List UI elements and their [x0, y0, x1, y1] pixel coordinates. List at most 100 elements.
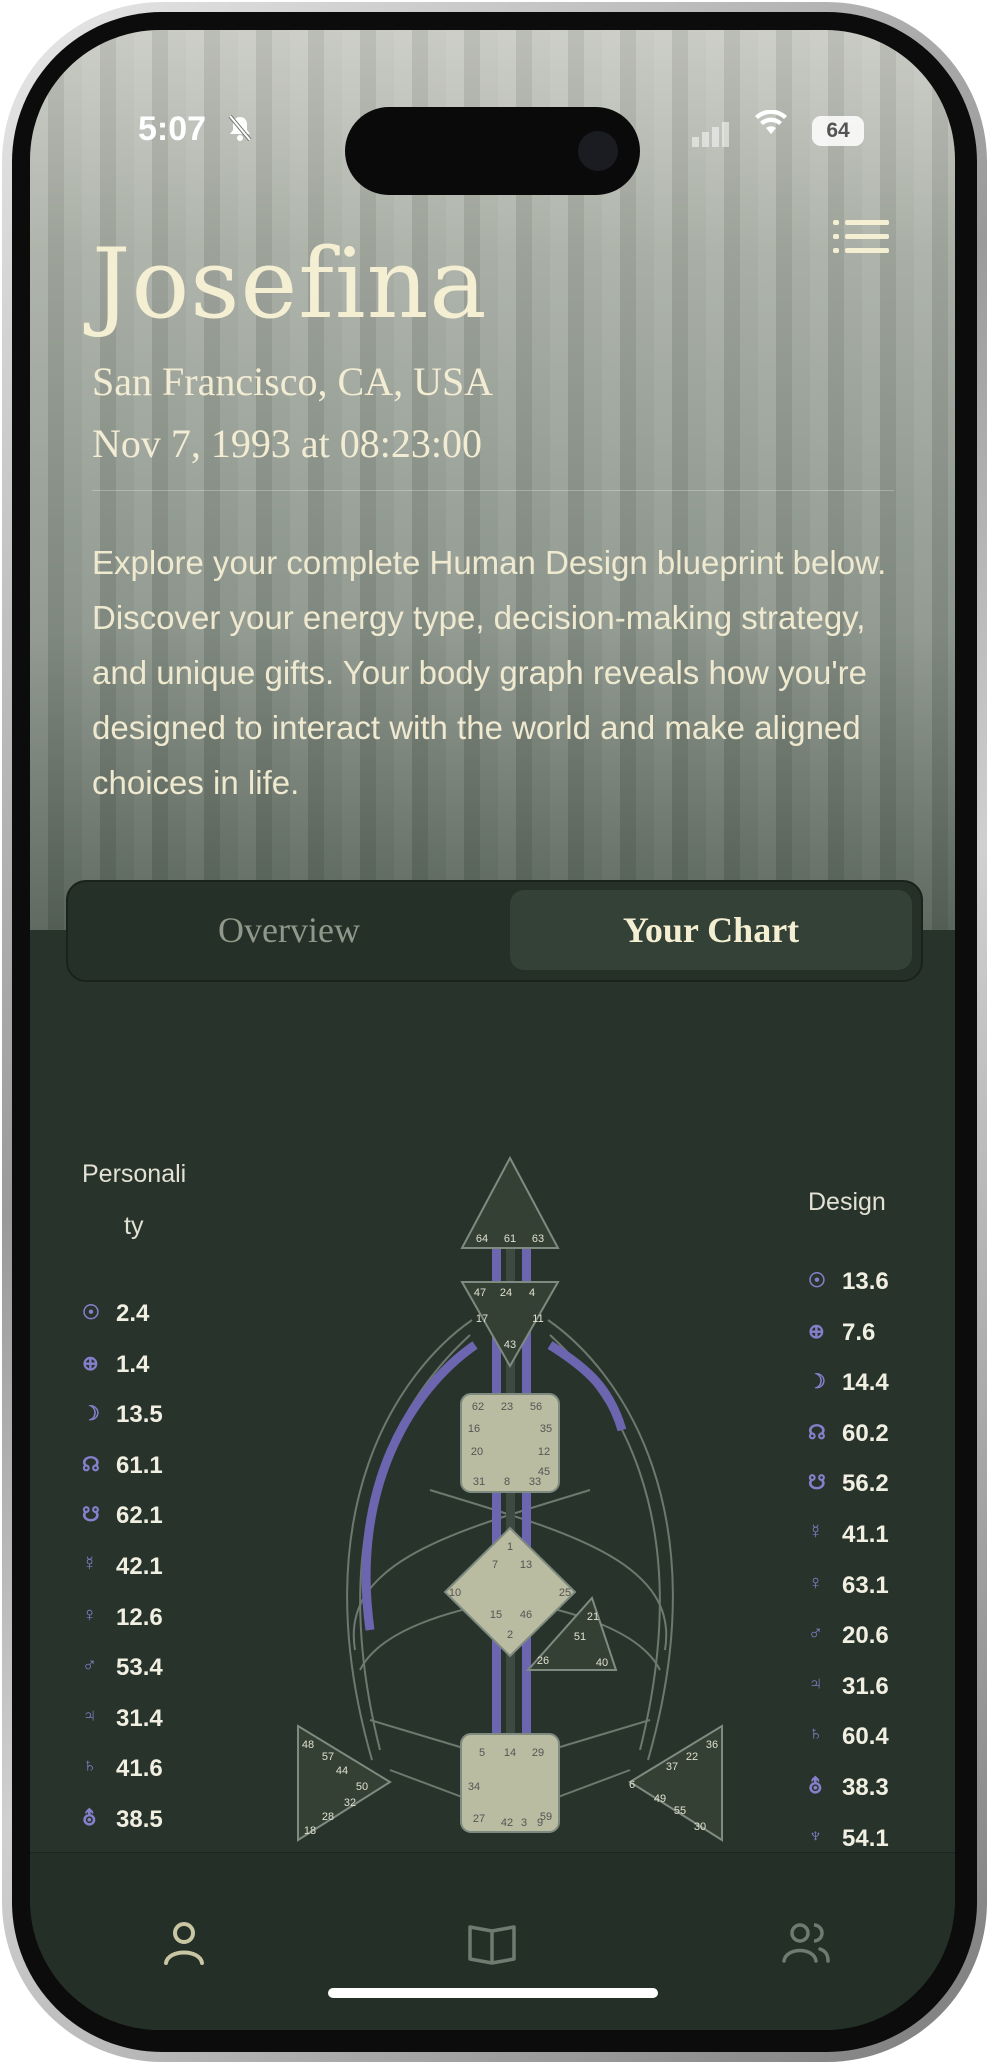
planet-symbol-icon: ☽ — [808, 1371, 826, 1394]
gate-label: 45 — [538, 1466, 550, 1478]
personality-value: 62.1 — [116, 1502, 163, 1530]
planet-symbol-icon: ☉ — [808, 1270, 826, 1292]
design-value: 63.1 — [842, 1571, 889, 1599]
gate-label: 37 — [666, 1761, 678, 1773]
gate-label: 8 — [504, 1476, 510, 1488]
tab-overview[interactable]: Overview — [74, 890, 504, 970]
home-indicator[interactable] — [328, 1988, 658, 1998]
menu-icon[interactable] — [833, 220, 889, 264]
planet-symbol-icon: ♀ — [82, 1603, 97, 1626]
gate-label: 25 — [559, 1587, 571, 1599]
gate-label: 42 — [501, 1817, 513, 1829]
personality-title: Personali — [82, 1160, 187, 1188]
gate-label: 49 — [654, 1793, 666, 1805]
gate-label: 14 — [504, 1747, 516, 1759]
gate-label: 63 — [532, 1233, 544, 1245]
battery-icon: 64 — [812, 116, 864, 146]
personality-value: 12.6 — [116, 1603, 163, 1631]
app-screen: 5:07 64 Josefina San Francisco, CA, USA … — [30, 30, 955, 2030]
status-time: 5:07 — [138, 110, 207, 148]
gate-label: 34 — [468, 1781, 480, 1793]
gate-label: 24 — [500, 1287, 512, 1299]
design-value: 54.1 — [842, 1824, 889, 1852]
gate-label: 31 — [473, 1476, 485, 1488]
gate-label: 5 — [479, 1747, 485, 1759]
gate-label: 4 — [529, 1287, 535, 1299]
design-title: Design — [808, 1188, 886, 1216]
gate-label: 20 — [471, 1446, 483, 1458]
gate-label: 1 — [507, 1541, 513, 1553]
planet-symbol-icon: ♂ — [808, 1622, 823, 1645]
design-value: 20.6 — [842, 1622, 889, 1650]
gate-label: 61 — [504, 1233, 516, 1245]
gate-label: 50 — [356, 1781, 368, 1793]
gate-label: 59 — [540, 1811, 552, 1823]
gate-label: 22 — [686, 1751, 698, 1763]
defined-channel-right — [547, 1341, 627, 1432]
tab-bar: Overview Your Chart — [66, 880, 923, 982]
planet-symbol-icon: ☉ — [82, 1302, 100, 1324]
gate-label: 21 — [587, 1611, 599, 1623]
gate-label: 3 — [521, 1817, 527, 1829]
planet-symbol-icon: ☋ — [82, 1504, 100, 1527]
design-value: 38.3 — [842, 1774, 889, 1801]
design-value: 31.6 — [842, 1672, 889, 1700]
personality-value: 53.4 — [116, 1654, 163, 1682]
design-value: 41.1 — [842, 1521, 889, 1548]
birth-location: San Francisco, CA, USA — [92, 359, 494, 404]
planet-symbol-icon: ⛢ — [808, 1776, 823, 1798]
profile-name: Josefina — [92, 228, 488, 340]
signal-icon — [692, 122, 732, 147]
gate-label: 36 — [706, 1739, 718, 1751]
gate-label: 18 — [304, 1825, 316, 1837]
planet-symbol-icon: ♂ — [82, 1654, 97, 1677]
personality-value: 42.1 — [116, 1553, 163, 1580]
planet-symbol-icon: ♃ — [82, 1704, 97, 1727]
gate-label: 57 — [322, 1751, 334, 1763]
planet-symbol-icon: ☿ — [808, 1521, 823, 1543]
design-value: 14.4 — [842, 1369, 889, 1397]
gate-label: 43 — [504, 1339, 516, 1351]
book-icon[interactable] — [462, 1913, 522, 1973]
planet-symbol-icon: ⊕ — [82, 1352, 99, 1375]
planet-symbol-icon: ♀ — [808, 1571, 823, 1594]
planet-symbol-icon: ☋ — [808, 1472, 826, 1495]
gate-label: 10 — [449, 1587, 461, 1599]
gate-label: 28 — [322, 1811, 334, 1823]
intro-description: Explore your complete Human Design bluep… — [92, 544, 887, 801]
planet-symbol-icon: ⛢ — [82, 1808, 97, 1830]
gate-label: 29 — [532, 1747, 544, 1759]
person-icon[interactable] — [154, 1913, 214, 1973]
planet-symbol-icon: ⊕ — [808, 1320, 825, 1343]
design-value: 60.2 — [842, 1419, 889, 1447]
bodygraph-chart: 64 61 6347 24 417 114362 23 5616 3520 1231 8 334517… — [297, 1155, 723, 1890]
people-icon[interactable] — [776, 1913, 836, 1973]
wifi-icon — [754, 109, 788, 144]
gate-label: 46 — [520, 1609, 532, 1621]
personality-value: 1.4 — [116, 1350, 150, 1378]
gate-label: 44 — [336, 1765, 348, 1777]
gate-label: 6 — [629, 1779, 635, 1791]
gate-label: 62 — [472, 1401, 484, 1413]
gate-label: 27 — [473, 1813, 485, 1825]
gate-label: 26 — [537, 1655, 549, 1667]
personality-value: 2.4 — [116, 1300, 150, 1327]
gate-label: 48 — [302, 1739, 314, 1751]
gate-label: 11 — [532, 1313, 543, 1325]
gate-label: 47 — [474, 1287, 486, 1299]
dynamic-island — [345, 107, 640, 195]
planet-symbol-icon: ♆ — [808, 1824, 823, 1847]
gate-label: 15 — [490, 1609, 502, 1621]
planet-symbol-icon: ♃ — [808, 1672, 823, 1695]
tab-your-chart[interactable]: Your Chart — [510, 890, 912, 970]
planet-symbol-icon: ♄ — [808, 1723, 823, 1746]
gate-label: 13 — [520, 1559, 532, 1571]
birth-datetime: Nov 7, 1993 at 08:23:00 — [92, 421, 482, 466]
bottom-nav — [30, 1852, 955, 2030]
planet-symbol-icon: ☊ — [82, 1453, 100, 1476]
design-value: 60.4 — [842, 1723, 889, 1751]
personality-value: 38.5 — [116, 1806, 163, 1833]
gate-label: 17 — [476, 1313, 488, 1325]
gate-label: 40 — [596, 1657, 608, 1669]
planet-symbol-icon: ♄ — [82, 1755, 97, 1778]
